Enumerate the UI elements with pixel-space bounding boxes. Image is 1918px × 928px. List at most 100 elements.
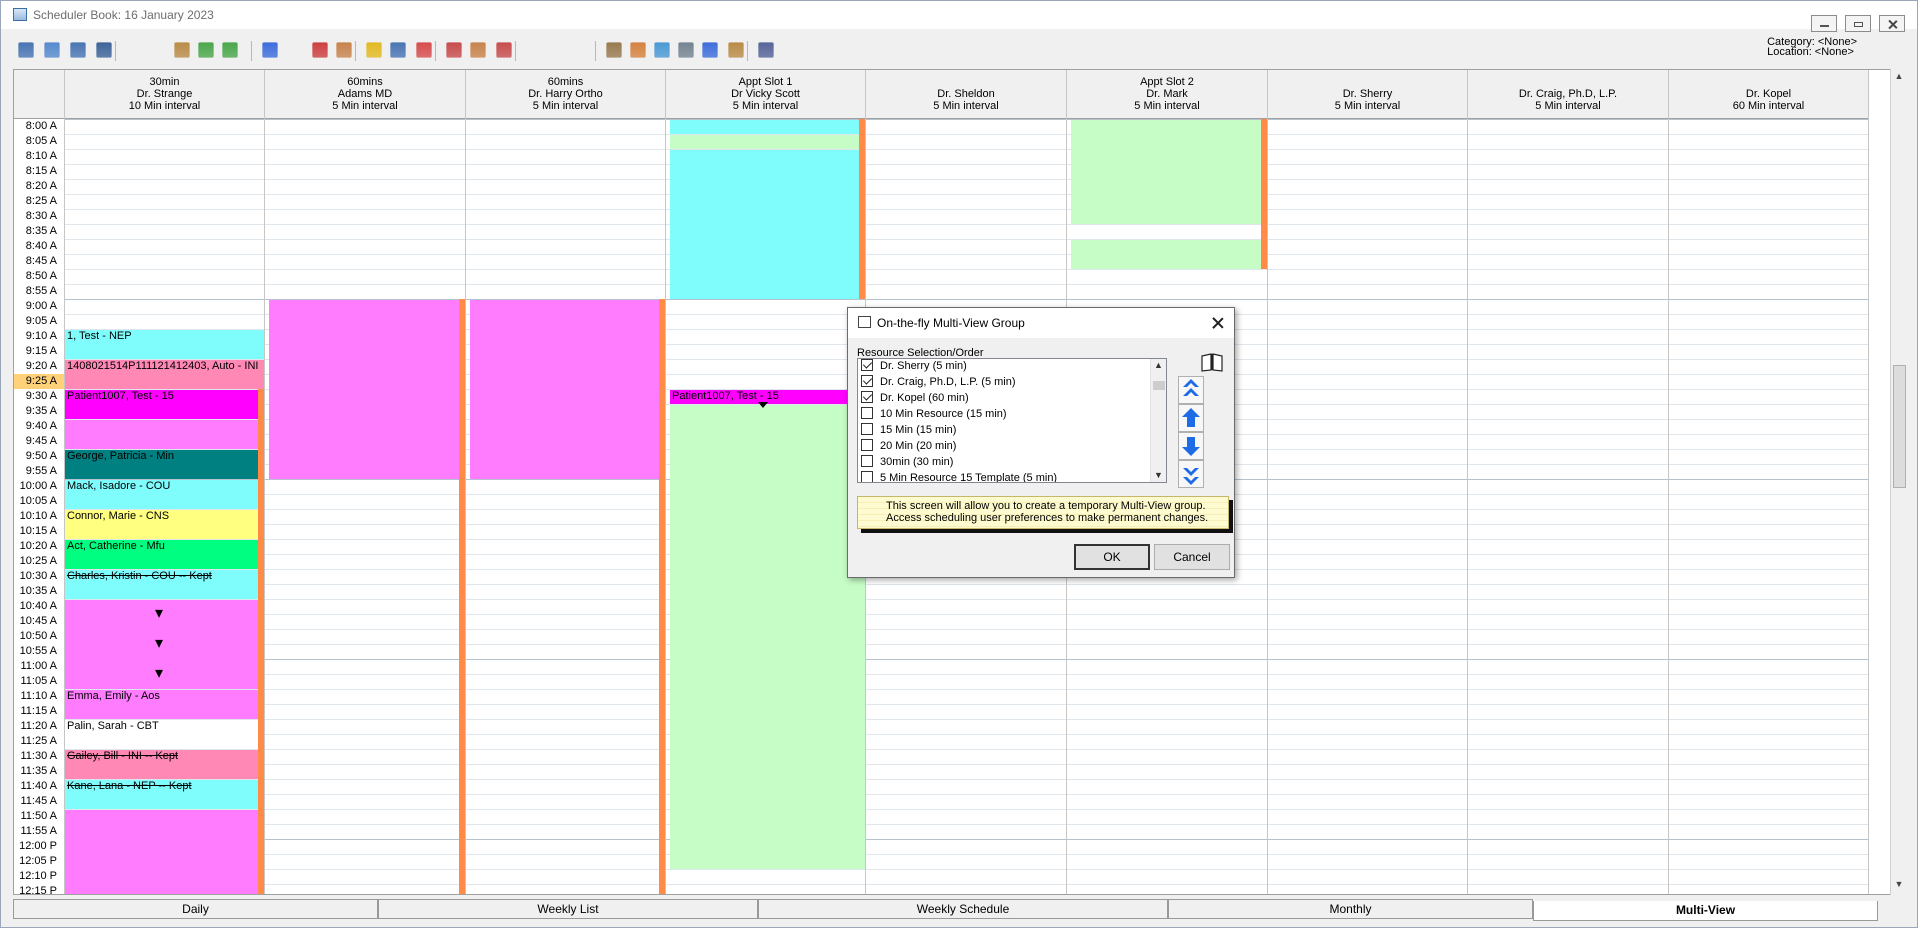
list-scroll-thumb[interactable] [1153, 381, 1165, 390]
multi-view-icon[interactable] [70, 42, 86, 58]
checkbox[interactable] [861, 407, 873, 419]
expand-chevron-icon[interactable]: ▾ [155, 606, 163, 622]
week-view-icon[interactable] [44, 42, 60, 58]
copy-icon[interactable] [470, 42, 486, 58]
document-icon[interactable] [630, 42, 646, 58]
scroll-up-icon[interactable]: ▲ [1894, 71, 1904, 83]
tab-multi-view[interactable]: Multi-View [1533, 901, 1878, 921]
appointment[interactable]: Act, Catherine - Mfu [65, 540, 264, 569]
month-view-icon[interactable] [96, 42, 112, 58]
resource-column-header[interactable]: Dr. Kopel 60 Min interval [1669, 70, 1869, 119]
resource-column-header[interactable]: Dr. Sherry 5 Min interval [1268, 70, 1468, 119]
move-icon[interactable] [446, 42, 462, 58]
pen-icon[interactable] [550, 42, 565, 57]
user-icon[interactable] [496, 42, 512, 58]
resource-listbox[interactable]: Dr. Sherry (5 min) Dr. Craig, Ph.D, L.P.… [857, 358, 1167, 483]
tab-weekly-schedule[interactable]: Weekly Schedule [758, 899, 1168, 919]
tab-daily[interactable]: Daily [13, 899, 378, 919]
plus-icon[interactable] [702, 42, 718, 58]
resource-column-header[interactable]: 30min Dr. Strange 10 Min interval [65, 70, 265, 119]
appointment[interactable]: George, Patricia - Min [65, 450, 264, 479]
exit-icon[interactable] [758, 42, 774, 58]
appointment[interactable]: Patient1007, Test - 15 [65, 390, 264, 419]
move-to-top-button[interactable] [1178, 376, 1204, 404]
list-item[interactable]: 15 Min (15 min) [861, 422, 956, 438]
schedule-block[interactable] [470, 300, 665, 479]
checkbox[interactable] [861, 423, 873, 435]
phone-icon[interactable] [606, 42, 622, 58]
list-item[interactable]: Dr. Sherry (5 min) [861, 359, 967, 374]
checkbox[interactable] [861, 455, 873, 467]
list-item[interactable]: 20 Min (20 min) [861, 438, 956, 454]
appointment[interactable]: 1408021514P111121412403, Auto - INI [65, 360, 264, 389]
delete-icon[interactable] [312, 42, 328, 58]
expand-arrow-icon[interactable] [758, 402, 768, 408]
vertical-scrollbar[interactable]: ▲ ▼ [1890, 69, 1907, 895]
expand-chevron-icon[interactable]: ▾ [155, 666, 163, 682]
settings-icon[interactable] [728, 42, 744, 58]
list-item[interactable]: 5 Min Resource 15 Template (5 min) [861, 470, 1057, 482]
appointment[interactable]: Emma, Emily - Aos [65, 690, 264, 719]
checkbox[interactable] [861, 391, 873, 403]
ok-button[interactable]: OK [1074, 544, 1150, 570]
move-to-bottom-button[interactable] [1178, 460, 1204, 488]
move-up-button[interactable] [1178, 404, 1204, 432]
person-icon[interactable] [416, 42, 432, 58]
resource-column-header[interactable]: Appt Slot 2 Dr. Mark 5 Min interval [1067, 70, 1268, 119]
schedule-block[interactable] [65, 600, 264, 689]
day-view-icon[interactable] [18, 42, 34, 58]
schedule-block[interactable] [1071, 240, 1266, 269]
calendar-icon[interactable] [678, 42, 694, 58]
appointment[interactable]: Gailey, Bill - INI -- Kept [65, 750, 264, 779]
tools-icon[interactable] [526, 42, 541, 57]
checkbox[interactable] [861, 359, 873, 371]
appointment[interactable]: Connor, Marie - CNS [65, 510, 264, 539]
add-icon[interactable] [262, 42, 278, 58]
redo-icon[interactable] [390, 42, 406, 58]
schedule-block[interactable] [670, 150, 865, 299]
schedule-block[interactable] [670, 135, 865, 149]
dialog-close-icon[interactable] [1208, 313, 1228, 333]
refresh-icon[interactable] [336, 42, 352, 58]
resource-column-header[interactable]: Dr. Sheldon 5 Min interval [866, 70, 1067, 119]
checkbox[interactable] [861, 375, 873, 387]
schedule-block[interactable] [65, 810, 264, 894]
list-item[interactable]: Dr. Kopel (60 min) [861, 390, 969, 406]
checkbox[interactable] [861, 439, 873, 451]
close-button[interactable] [1879, 15, 1905, 32]
maximize-button[interactable] [1845, 15, 1871, 32]
list-item[interactable]: 30min (30 min) [861, 454, 953, 470]
expand-chevron-icon[interactable]: ▾ [155, 636, 163, 652]
schedule-block[interactable] [269, 300, 465, 479]
scroll-down-icon[interactable]: ▼ [1894, 879, 1904, 891]
list-scroll-up-icon[interactable]: ▲ [1154, 360, 1163, 370]
resource-icon[interactable] [126, 42, 141, 57]
appointment[interactable]: Palin, Sarah - CBT [65, 720, 264, 749]
schedule-block[interactable] [670, 405, 865, 869]
appointment[interactable]: Mack, Isadore - COU [65, 480, 264, 509]
list-item[interactable]: 10 Min Resource (15 min) [861, 406, 1007, 422]
group-icon[interactable] [198, 42, 214, 58]
list-item[interactable]: Dr. Craig, Ph.D, L.P. (5 min) [861, 374, 1016, 390]
flash-icon[interactable] [366, 42, 382, 58]
patient-icon[interactable] [174, 42, 190, 58]
resource-column-header[interactable]: 60mins Dr. Harry Ortho 5 Min interval [466, 70, 666, 119]
resource-column-header[interactable]: Dr. Craig, Ph.D, L.P. 5 Min interval [1468, 70, 1669, 119]
appointment[interactable]: 1, Test - NEP [65, 330, 264, 359]
print-icon[interactable] [150, 42, 165, 57]
resource-column-header[interactable]: Appt Slot 1 Dr Vicky Scott 5 Min interval [666, 70, 866, 119]
appointment[interactable]: Kane, Lana - NEP -- Kept [65, 780, 264, 809]
resource-column-header[interactable]: 60mins Adams MD 5 Min interval [265, 70, 466, 119]
schedule-block[interactable] [670, 120, 865, 134]
globe-icon[interactable] [654, 42, 670, 58]
checkbox[interactable] [861, 471, 873, 482]
timer-icon[interactable] [576, 42, 591, 57]
tab-weekly-list[interactable]: Weekly List [378, 899, 758, 919]
appointment[interactable]: Charles, Kristin - COU -- Kept [65, 570, 264, 599]
tab-monthly[interactable]: Monthly [1168, 899, 1533, 919]
scroll-thumb[interactable] [1893, 365, 1906, 488]
listbox-scrollbar[interactable]: ▲ ▼ [1150, 359, 1166, 482]
minimize-button[interactable] [1811, 15, 1837, 32]
schedule-block[interactable] [65, 420, 264, 449]
checkin-icon[interactable] [222, 42, 238, 58]
